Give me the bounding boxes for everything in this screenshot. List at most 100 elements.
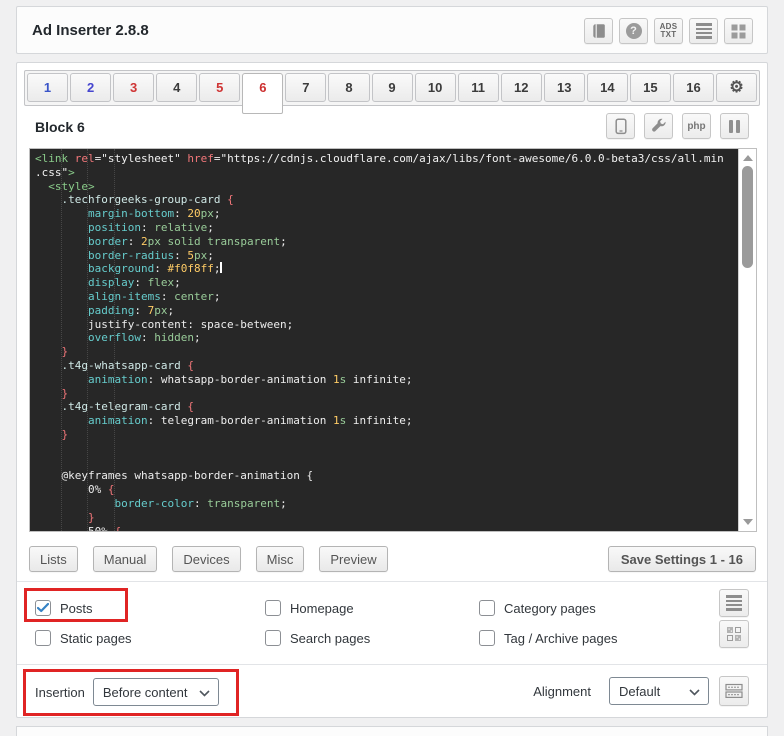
devices-button[interactable]: Devices bbox=[172, 546, 241, 572]
device-detection-button[interactable] bbox=[606, 113, 635, 139]
code-line: @keyframes whatsapp-border-animation { bbox=[35, 469, 314, 483]
scrollbar-thumb[interactable] bbox=[742, 166, 753, 268]
code-line: } bbox=[61, 427, 69, 441]
divider bbox=[17, 581, 767, 582]
tab-strip: 1 2 3 4 5 6 7 8 9 10 11 12 13 14 15 16 ⚙ bbox=[24, 70, 760, 114]
code-line: padding: 7px; bbox=[87, 303, 175, 317]
pause-block-button[interactable] bbox=[720, 113, 749, 139]
code-line: border-radius: 5px; bbox=[87, 248, 214, 262]
save-settings-button[interactable]: Save Settings 1 - 16 bbox=[607, 546, 756, 572]
code-line: .css"> bbox=[35, 165, 75, 179]
alignment-row: Alignment Default bbox=[533, 676, 749, 706]
divider bbox=[17, 664, 767, 665]
checkbox-search-pages[interactable]: Search pages bbox=[265, 630, 479, 646]
unchecked-checkbox-icon[interactable] bbox=[479, 600, 495, 616]
tab-9[interactable]: 9 bbox=[371, 73, 413, 102]
help-button[interactable]: ? bbox=[619, 18, 648, 44]
preview-button[interactable]: Preview bbox=[319, 546, 388, 572]
code-preview-button[interactable] bbox=[719, 676, 749, 706]
code-line: border: 2px solid transparent; bbox=[87, 234, 287, 248]
menu-icon bbox=[695, 23, 712, 39]
code-line: background: #f0f8ff; bbox=[87, 262, 222, 276]
ads-txt-button[interactable]: ADS TXT bbox=[654, 18, 683, 44]
tab-8[interactable]: 8 bbox=[328, 73, 370, 102]
tab-4[interactable]: 4 bbox=[156, 73, 198, 102]
checkbox-homepage[interactable]: Homepage bbox=[265, 600, 479, 616]
tab-16[interactable]: 16 bbox=[672, 73, 714, 102]
tab-2[interactable]: 2 bbox=[70, 73, 112, 102]
list-options-button-wrap bbox=[719, 589, 749, 617]
alignment-select[interactable]: Default bbox=[609, 677, 709, 705]
misc-button[interactable]: Misc bbox=[255, 546, 305, 572]
tab-14[interactable]: 14 bbox=[586, 73, 628, 102]
blocks-grid-icon bbox=[727, 627, 741, 641]
manual-button[interactable]: Manual bbox=[92, 546, 158, 572]
ad-grid-button[interactable] bbox=[724, 18, 753, 44]
checkbox-static-pages[interactable]: Static pages bbox=[35, 630, 265, 646]
tab-5[interactable]: 5 bbox=[199, 73, 241, 102]
unchecked-checkbox-icon[interactable] bbox=[479, 630, 495, 646]
tab-7[interactable]: 7 bbox=[285, 73, 327, 102]
tab-13[interactable]: 13 bbox=[543, 73, 585, 102]
scroll-down-icon[interactable] bbox=[743, 519, 753, 525]
unchecked-checkbox-icon[interactable] bbox=[35, 630, 51, 646]
code-line: border-color: transparent; bbox=[114, 496, 287, 510]
unchecked-checkbox-icon[interactable] bbox=[265, 630, 281, 646]
php-icon: php bbox=[687, 120, 706, 132]
block-grid-button[interactable] bbox=[719, 620, 749, 648]
tab-11[interactable]: 11 bbox=[457, 73, 499, 102]
code-line: animation: telegram-border-animation 1s … bbox=[87, 414, 413, 428]
checkbox-label: Static pages bbox=[60, 630, 132, 646]
php-processing-button[interactable]: php bbox=[682, 113, 711, 139]
tab-10[interactable]: 10 bbox=[414, 73, 456, 102]
tab-1[interactable]: 1 bbox=[27, 73, 69, 102]
block-header: Block 6 php bbox=[35, 113, 749, 143]
list-icon bbox=[726, 595, 742, 611]
checkbox-category-pages[interactable]: Category pages bbox=[479, 600, 715, 616]
checkbox-label: Tag / Archive pages bbox=[504, 630, 618, 646]
code-editor-content[interactable]: <link rel="stylesheet" href="https://cdn… bbox=[30, 149, 738, 531]
checkbox-tag-archive-pages[interactable]: Tag / Archive pages bbox=[479, 630, 715, 646]
unchecked-checkbox-icon[interactable] bbox=[265, 600, 281, 616]
checkbox-label: Homepage bbox=[290, 600, 354, 616]
ads-txt-icon: ADS TXT bbox=[659, 22, 678, 39]
code-line: .t4g-telegram-card { bbox=[61, 400, 194, 414]
header-icons: ? ADS TXT bbox=[584, 18, 753, 44]
chevron-down-icon bbox=[689, 689, 700, 696]
tab-settings[interactable]: ⚙ bbox=[716, 73, 758, 102]
settings-wrench-button[interactable] bbox=[644, 113, 673, 139]
code-line: .techforgeeks-group-card { bbox=[61, 193, 234, 207]
code-editor: <link rel="stylesheet" href="https://cdn… bbox=[29, 148, 757, 532]
wrench-icon bbox=[651, 118, 666, 132]
header-bar: Ad Inserter 2.8.8 ? ADS TXT bbox=[16, 6, 768, 54]
scroll-up-icon[interactable] bbox=[743, 155, 753, 161]
block-toolbar: php bbox=[606, 113, 749, 139]
tab-6[interactable]: 6 bbox=[242, 73, 284, 114]
tab-3[interactable]: 3 bbox=[113, 73, 155, 102]
code-line: .t4g-whatsapp-card { bbox=[61, 358, 194, 372]
list-options-button[interactable] bbox=[719, 589, 749, 617]
checkbox-label: Category pages bbox=[504, 600, 596, 616]
manual-book-button[interactable] bbox=[584, 18, 613, 44]
grid-icon bbox=[731, 24, 746, 38]
lists-button[interactable]: Lists bbox=[29, 546, 78, 572]
tablet-icon bbox=[614, 117, 627, 134]
code-line: } bbox=[61, 386, 69, 400]
tab-15[interactable]: 15 bbox=[629, 73, 671, 102]
page-title: Ad Inserter 2.8.8 bbox=[32, 21, 149, 39]
code-line: display: flex; bbox=[87, 276, 181, 290]
tab-12[interactable]: 12 bbox=[500, 73, 542, 102]
gear-icon: ⚙ bbox=[729, 78, 744, 96]
code-line: position: relative; bbox=[87, 220, 214, 234]
code-line: justify-content: space-between; bbox=[35, 317, 294, 331]
book-icon bbox=[592, 24, 605, 38]
block-grid-button-wrap bbox=[719, 620, 749, 648]
checkbox-label: Search pages bbox=[290, 630, 371, 646]
action-bar: Lists Manual Devices Misc Preview Save Settin… bbox=[29, 546, 756, 572]
block-list-button[interactable] bbox=[689, 18, 718, 44]
editor-scrollbar[interactable] bbox=[738, 149, 756, 531]
alignment-label: Alignment bbox=[533, 683, 591, 699]
next-section-edge bbox=[16, 726, 768, 736]
